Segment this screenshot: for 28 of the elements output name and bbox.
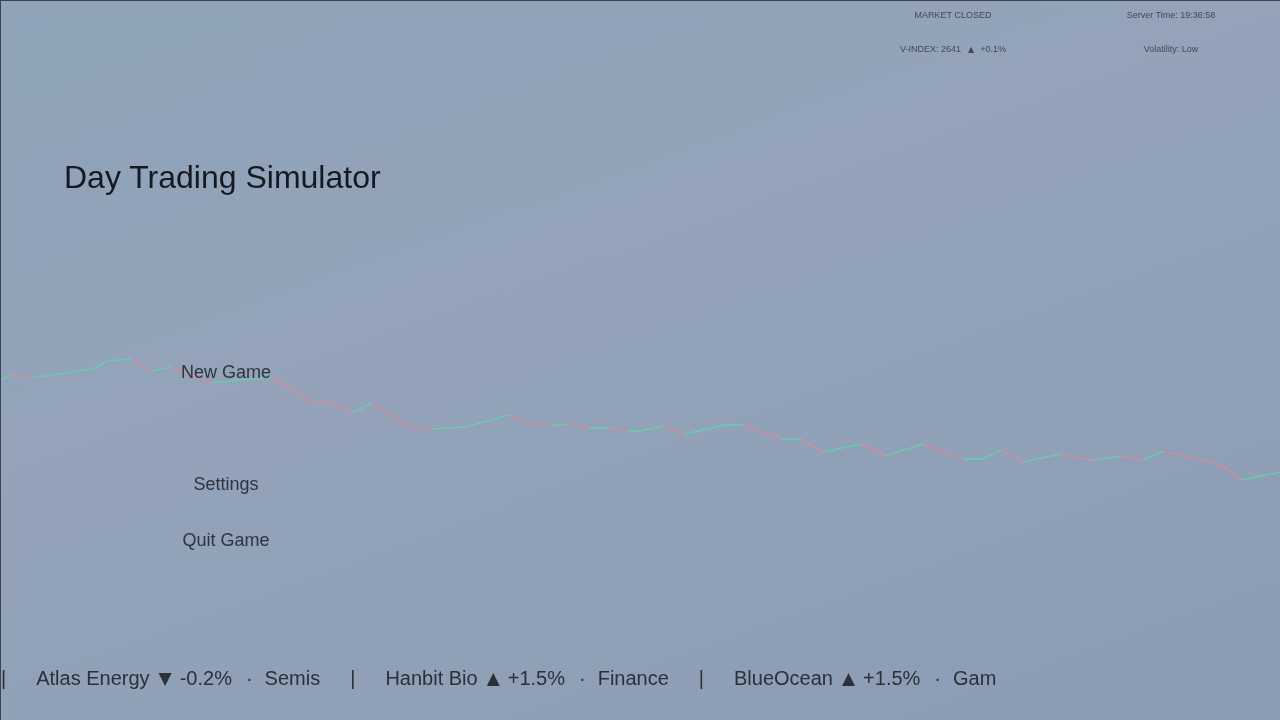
menu-item[interactable]: Settings: [189, 470, 263, 498]
separator-dot: ·: [245, 666, 253, 691]
sector-label: Finance: [597, 666, 669, 691]
sector-label: Semis: [264, 666, 321, 691]
sector-label: Gam: [953, 666, 997, 691]
percent-change: +1.5%: [507, 666, 565, 691]
trend-arrow: ▲: [968, 44, 975, 55]
trend-arrow: ▲: [842, 667, 856, 690]
menu-item[interactable]: Quit Game: [178, 526, 274, 554]
trend-arrow: ▲: [486, 667, 500, 690]
index-label: V-INDEX: 2641: [900, 44, 962, 55]
stock-name: Hanbit Bio: [385, 666, 478, 691]
stock-name: BlueOcean: [734, 666, 833, 691]
ticker-divider: |: [698, 666, 705, 691]
server-time: Server Time: 19:36:58: [1126, 10, 1216, 21]
index-change: +0.1%: [980, 44, 1006, 55]
menu-item[interactable]: New Game: [177, 358, 275, 386]
volatility-label: Volatility: Low: [1143, 44, 1199, 55]
separator-dot: ·: [934, 666, 941, 691]
separator-dot: ·: [579, 666, 586, 691]
percent-change: -0.2%: [179, 666, 232, 691]
ticker-divider: |: [350, 666, 356, 691]
trend-arrow: ▼: [158, 667, 172, 690]
percent-change: +1.5%: [863, 666, 921, 691]
ticker-divider: |: [1, 666, 7, 691]
game-title: Day Trading Simulator: [64, 158, 381, 196]
stock-name: Atlas Energy: [36, 666, 150, 691]
market-status: MARKET CLOSED: [914, 10, 992, 21]
